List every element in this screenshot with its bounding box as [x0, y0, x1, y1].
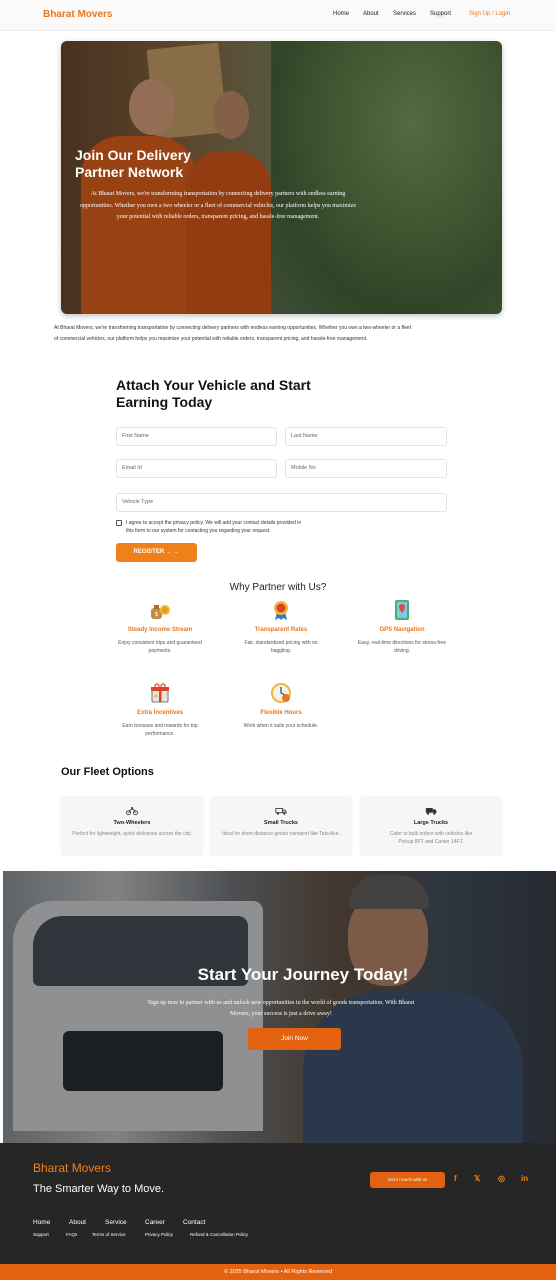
feature-name: Flexible Hours: [260, 710, 302, 716]
footer-link-contact[interactable]: Contact: [183, 1219, 205, 1226]
money-bag-icon: $: [151, 605, 170, 619]
feature-name: Transparent Rates: [254, 627, 308, 633]
brand-logo[interactable]: Bharat Movers: [43, 9, 112, 20]
first-name-input[interactable]: First Name: [116, 427, 277, 446]
footer-link-privacy[interactable]: Privacy Policy: [145, 1232, 173, 1237]
register-button[interactable]: REGISTER → →: [116, 543, 197, 562]
feature-transparent-rates: Transparent Rates Fair, standardized pri…: [226, 599, 336, 655]
feature-flexible-hours: Flexible Hours Work when it suits your s…: [226, 682, 336, 730]
feature-description: Enjoy consistent trips and guaranteed pa…: [118, 640, 202, 654]
fleet-card-two-wheelers[interactable]: Two-Wheelers Perfect for lightweight, qu…: [61, 796, 203, 855]
feature-extra-incentives: Extra Incentives Earn bonuses and reward…: [105, 682, 215, 738]
x-twitter-icon[interactable]: 𝕏: [474, 1174, 480, 1183]
clock-icon: [271, 683, 291, 703]
motorcycle-icon: [126, 806, 138, 816]
signup-login-link[interactable]: Sign Up / Login: [469, 11, 510, 17]
svg-text:$: $: [155, 611, 159, 618]
hero-banner: Join Our Delivery Partner Network At Bha…: [61, 41, 502, 314]
footer-link-service[interactable]: Service: [105, 1219, 127, 1226]
feature-name: GPS Navigation: [379, 627, 425, 633]
intro-paragraph: At Bharat Movers, we're transforming tra…: [54, 325, 411, 342]
privacy-consent-checkbox[interactable]: [116, 520, 122, 526]
linkedin-icon[interactable]: in: [521, 1174, 528, 1183]
small-truck-icon: [275, 808, 287, 815]
mobile-input[interactable]: Mobile No: [285, 459, 447, 478]
nav-services-link[interactable]: Services: [393, 11, 416, 17]
top-navbar: Bharat Movers Home About Services Suppor…: [0, 0, 556, 31]
footer-link-career[interactable]: Career: [145, 1219, 165, 1226]
footer-link-home[interactable]: Home: [33, 1219, 50, 1226]
cta-title: Start Your Journey Today!: [197, 965, 409, 984]
join-now-button[interactable]: Join Now: [248, 1028, 341, 1050]
feature-description: Easy, real-time directions for stress-fr…: [358, 640, 446, 654]
feature-description: Work when it suits your schedule.: [243, 723, 319, 729]
fleet-card-large-trucks[interactable]: Large Trucks Cater to bulk orders with v…: [360, 796, 502, 855]
footer: Bharat Movers The Smarter Way to Move. G…: [0, 1143, 556, 1264]
map-pin-icon: [395, 600, 409, 620]
fleet-card-small-trucks[interactable]: Small Trucks Ideal for short-distance go…: [210, 796, 352, 855]
feature-gps-navigation: GPS Navigation Easy, real-time direction…: [347, 599, 457, 655]
cta-description: Sign up now to partner with us and unloc…: [147, 1000, 415, 1017]
fleet-card-description: Cater to bulk orders with vehicles like …: [389, 831, 473, 845]
vehicle-type-select[interactable]: Vehicle Type: [116, 493, 447, 512]
fleet-card-name: Large Trucks: [413, 820, 449, 826]
gift-icon: [151, 683, 169, 703]
copyright-bar: © 2025 Bharat Movers • All Rights Reserv…: [0, 1264, 556, 1280]
email-input[interactable]: Email Id: [116, 459, 277, 478]
fleet-card-name: Two-Wheelers: [113, 820, 151, 826]
facebook-icon[interactable]: f: [454, 1174, 457, 1183]
nav-about-link[interactable]: About: [363, 11, 379, 17]
fleet-card-name: Small Trucks: [264, 820, 298, 826]
hero-description: At Bharat Movers, we're transforming tra…: [80, 191, 356, 220]
feature-steady-income: $ Steady Income Stream Enjoy consistent …: [105, 599, 215, 655]
form-title: Attach Your Vehicle and Start Earning To…: [116, 377, 311, 410]
footer-link-refund[interactable]: Refund & Cancellation Policy: [190, 1232, 248, 1237]
hero-title: Join Our Delivery Partner Network: [75, 147, 191, 180]
footer-link-about[interactable]: About: [69, 1219, 86, 1226]
footer-link-support[interactable]: Support: [33, 1232, 49, 1237]
feature-description: Fair, standardized pricing with no haggl…: [244, 640, 318, 654]
footer-link-faqs[interactable]: FAQs: [66, 1232, 77, 1237]
instagram-icon[interactable]: ◎: [498, 1174, 505, 1183]
award-medal-icon: [274, 601, 288, 620]
footer-tagline: The Smarter Way to Move.: [33, 1183, 165, 1195]
footer-brand[interactable]: Bharat Movers: [33, 1161, 111, 1175]
footer-link-terms[interactable]: Terms of Service: [92, 1232, 126, 1237]
nav-home-link[interactable]: Home: [333, 11, 349, 17]
feature-name: Extra Incentives: [136, 710, 184, 716]
large-truck-icon: [425, 808, 437, 815]
cta-banner: Start Your Journey Today! Sign up now to…: [3, 871, 556, 1143]
nav-support-link[interactable]: Support: [430, 11, 451, 17]
fleet-card-description: Perfect for lightweight, quick deliverie…: [72, 831, 192, 837]
fleet-options-title: Our Fleet Options: [61, 766, 154, 778]
privacy-consent-label: I agree to accept the privacy policy. We…: [126, 520, 302, 534]
fleet-card-description: Ideal for short-distance goods transport…: [222, 831, 340, 837]
last-name-input[interactable]: Last Name: [285, 427, 447, 446]
get-in-touch-button[interactable]: Get in touch with us: [370, 1172, 445, 1188]
feature-description: Earn bonuses and rewards for top perform…: [122, 723, 198, 737]
why-partner-title: Why Partner with Us?: [229, 582, 327, 593]
feature-name: Steady Income Stream: [127, 627, 193, 633]
